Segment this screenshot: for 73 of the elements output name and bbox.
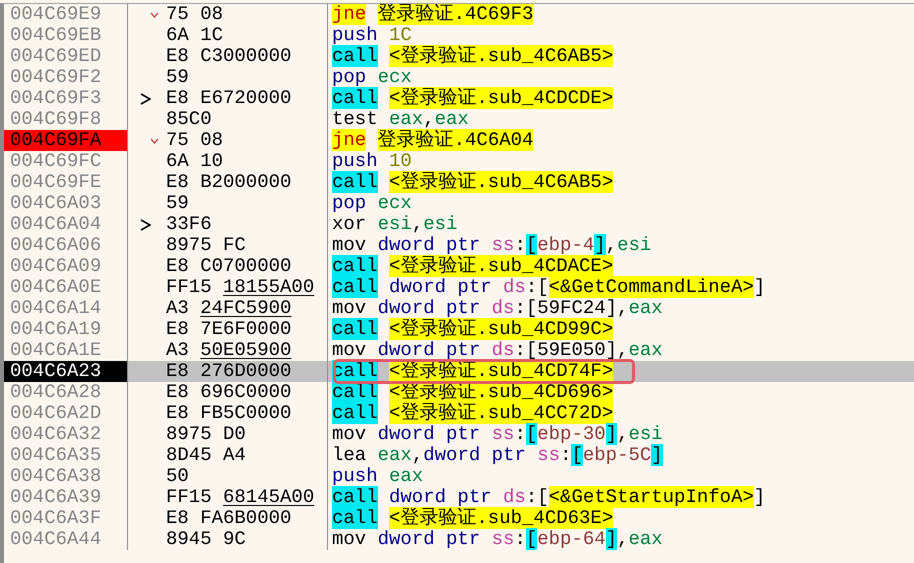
address-cell: 004C6A23	[4, 361, 128, 382]
disassembly-row[interactable]: 004C69EB 6A 1C push 1C	[4, 25, 914, 46]
instruction-bytes: 6A 1C	[166, 25, 224, 46]
disassembly-row[interactable]: 004C6A19 E8 7E6F0000 call <登录验证.sub_4CD99C>	[4, 319, 914, 340]
instruction-text: call <登录验证.sub_4C6AB5>	[332, 171, 614, 193]
instruction-text: mov dword ptr ds:[59FC24],eax	[332, 297, 663, 319]
disassembly-row[interactable]: 004C6A03 59 pop ecx	[4, 193, 914, 214]
instruction-text: test eax,eax	[332, 108, 469, 130]
instruction-bytes: A3 24FC5900	[166, 298, 292, 319]
instruction-text: pop ecx	[332, 192, 412, 214]
instruction-text: call <登录验证.sub_4CDACE>	[332, 255, 614, 277]
instruction-bytes: 59	[166, 193, 189, 214]
instruction-text: push eax	[332, 465, 424, 487]
instruction-bytes: 8D45 A4	[166, 445, 246, 466]
disassembly-row[interactable]: 004C6A14 A3 24FC5900 mov dword ptr ds:[59FC24],eax	[4, 298, 914, 319]
disassembly-row[interactable]: 004C6A38 50 push eax	[4, 466, 914, 487]
disassembly-row[interactable]: 004C69FA 75 08 jne 登录验证.4C6A04	[4, 130, 914, 151]
disassembly-row[interactable]: 004C69F8 85C0 test eax,eax	[4, 109, 914, 130]
instruction-text: mov dword ptr ss:[ebp-64],eax	[332, 528, 663, 550]
disassembly-row[interactable]: 004C69ED E8 C3000000 call <登录验证.sub_4C6AB5>	[4, 46, 914, 67]
disassembly-row[interactable]: 004C6A44 8945 9C mov dword ptr ss:[ebp-64],eax	[4, 529, 914, 550]
disassembly-row[interactable]: 004C6A3F E8 FA6B0000 call <登录验证.sub_4CD63E>	[4, 508, 914, 529]
instruction-bytes: 8975 D0	[166, 424, 246, 445]
disassembly-row[interactable]: 004C6A35 8D45 A4 lea eax,dword ptr ss:[ebp-5C]	[4, 445, 914, 466]
instruction-bytes: FF15 68145A00	[166, 487, 314, 508]
instruction-bytes: E8 FB5C0000	[166, 403, 292, 424]
instruction-bytes: E8 E6720000	[166, 88, 292, 109]
instruction-text: pop ecx	[332, 66, 412, 88]
instruction-text: call <登录验证.sub_4CD63E>	[332, 507, 614, 529]
disassembly-row[interactable]: 004C6A0E FF15 18155A00 call dword ptr ds:[<&GetCommandLineA>]	[4, 277, 914, 298]
instruction-text: lea eax,dword ptr ss:[ebp-5C]	[332, 444, 663, 466]
disassembly-row[interactable]: 004C69F3 E8 E6720000 call <登录验证.sub_4CDCDE>	[4, 88, 914, 109]
disassembly-row[interactable]: 004C6A04 33F6 xor esi,esi	[4, 214, 914, 235]
instruction-bytes: FF15 18155A00	[166, 277, 314, 298]
instruction-bytes: 85C0	[166, 109, 212, 130]
instruction-bytes: 8945 9C	[166, 529, 246, 550]
instruction-bytes: A3 50E05900	[166, 340, 292, 361]
instruction-text: push 10	[332, 150, 412, 172]
instruction-bytes: E8 FA6B0000	[166, 508, 292, 529]
address-cell: 004C69FA	[4, 130, 128, 151]
instruction-text: mov dword ptr ds:[59E050],eax	[332, 339, 663, 361]
instruction-text: xor esi,esi	[332, 213, 458, 235]
instruction-bytes: 75 08	[166, 4, 224, 25]
instruction-text: call <登录验证.sub_4CDCDE>	[332, 87, 614, 109]
instruction-text: call <登录验证.sub_4C6AB5>	[332, 45, 614, 67]
instruction-bytes: 50	[166, 466, 189, 487]
instruction-text: call dword ptr ds:[<&GetCommandLineA>]	[332, 276, 766, 298]
instruction-text: call <登录验证.sub_4CC72D>	[332, 402, 614, 424]
instruction-bytes: 6A 10	[166, 151, 224, 172]
disassembly-row[interactable]: 004C6A39 FF15 68145A00 call dword ptr ds:[<&GetStartupInfoA>]	[4, 487, 914, 508]
instruction-bytes: E8 696C0000	[166, 382, 292, 403]
disassembly-row[interactable]: 004C69FC 6A 10 push 10	[4, 151, 914, 172]
disassembly-row[interactable]: 004C6A32 8975 D0 mov dword ptr ss:[ebp-30],esi	[4, 424, 914, 445]
instruction-bytes: E8 B2000000	[166, 172, 292, 193]
instruction-text: call <登录验证.sub_4CD99C>	[332, 318, 614, 340]
instruction-text: call dword ptr ds:[<&GetStartupInfoA>]	[332, 486, 766, 508]
instruction-bytes: 8975 FC	[166, 235, 246, 256]
instruction-text: jne 登录验证.4C69F3	[332, 4, 534, 25]
instruction-bytes: 33F6	[166, 214, 212, 235]
instruction-bytes: E8 276D0000	[166, 361, 292, 382]
instruction-text: jne 登录验证.4C6A04	[332, 129, 534, 151]
instruction-bytes: E8 C0700000	[166, 256, 292, 277]
instruction-bytes: 59	[166, 67, 189, 88]
instruction-text: mov dword ptr ss:[ebp-30],esi	[332, 423, 663, 445]
disassembly-row[interactable]: 004C6A09 E8 C0700000 call <登录验证.sub_4CDACE>	[4, 256, 914, 277]
disassembly-row[interactable]: 004C69F2 59 pop ecx	[4, 67, 914, 88]
instruction-text: push 1C	[332, 24, 412, 46]
instruction-bytes: E8 C3000000	[166, 46, 292, 67]
disassembly-row[interactable]: 004C6A2D E8 FB5C0000 call <登录验证.sub_4CC72D>	[4, 403, 914, 424]
instruction-bytes: E8 7E6F0000	[166, 319, 292, 340]
disassembly-row[interactable]: 004C69E9 75 08 jne 登录验证.4C69F3	[4, 4, 914, 25]
instruction-bytes: 75 08	[166, 130, 224, 151]
disassembly-row[interactable]: 004C69FE E8 B2000000 call <登录验证.sub_4C6AB5>	[4, 172, 914, 193]
